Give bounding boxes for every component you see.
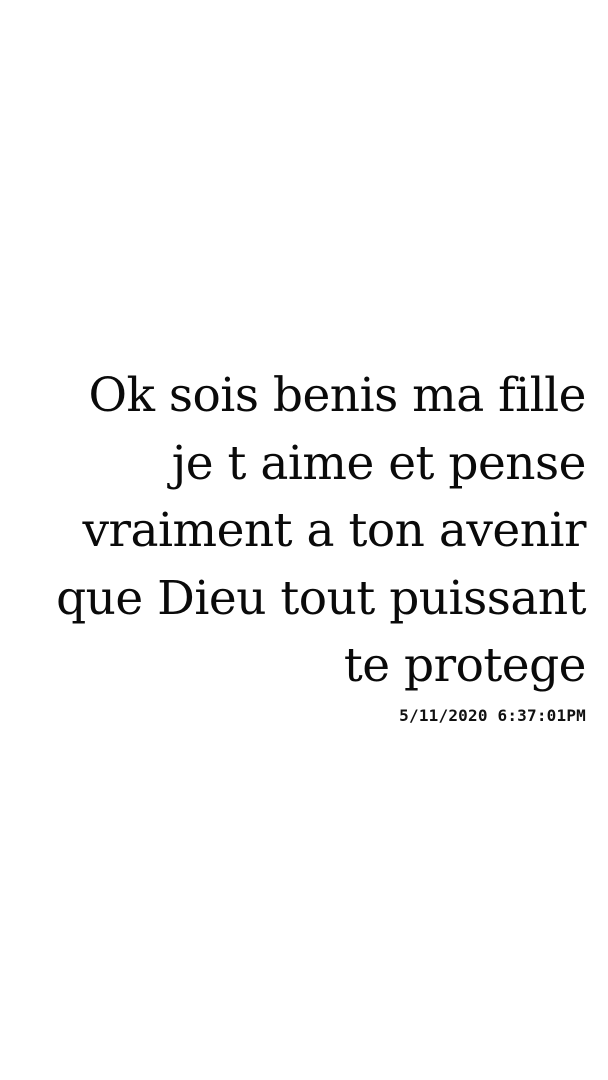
message-timestamp: 5/11/2020 6:37:01PM bbox=[399, 705, 586, 725]
message-line: je t aime et pense bbox=[171, 435, 587, 491]
message-line: Ok sois benis ma fille bbox=[88, 368, 586, 423]
message-line: te protege bbox=[343, 638, 587, 693]
screen: Ok sois benis ma fille je t aime et pens… bbox=[0, 0, 608, 1080]
message-line: que Dieu tout puissant bbox=[56, 570, 586, 626]
message-block: Ok sois benis ma fille je t aime et pens… bbox=[16, 362, 586, 726]
message-line: vraiment a ton avenir bbox=[82, 503, 586, 558]
